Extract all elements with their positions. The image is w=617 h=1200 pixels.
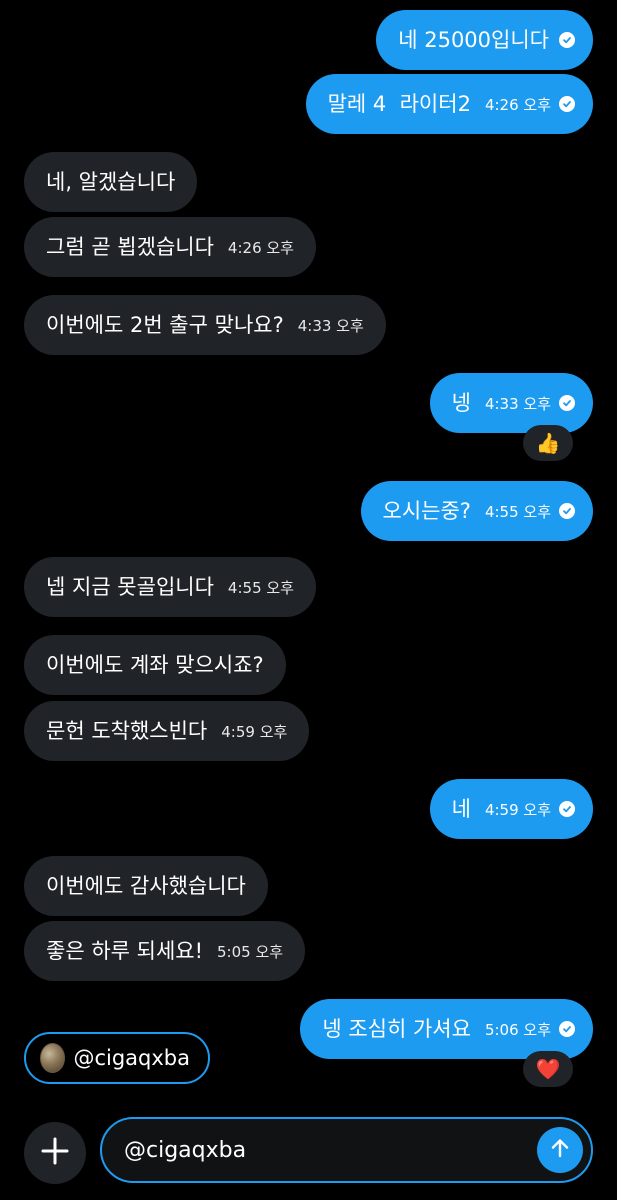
reaction-badge[interactable]: ❤️ bbox=[523, 1051, 573, 1087]
message-time: 4:59 오후 bbox=[221, 722, 288, 741]
avatar bbox=[40, 1043, 66, 1073]
message-bubble-received[interactable]: 좋은 하루 되세요! 5:05 오후 bbox=[24, 921, 306, 981]
message-text: 문헌 도착했스빈다 bbox=[46, 718, 208, 743]
message-bubble-sent[interactable]: 네 25000입니다 bbox=[376, 10, 593, 70]
message-text: 이번에도 감사했습니다 bbox=[46, 873, 246, 898]
message-bubble-received[interactable]: 이번에도 2번 출구 맞나요? 4:33 오후 bbox=[24, 295, 386, 355]
message-meta: 4:59 오후 bbox=[221, 721, 287, 742]
check-circle-icon bbox=[559, 32, 575, 48]
check-circle-icon bbox=[559, 1021, 575, 1037]
arrow-up-icon bbox=[548, 1136, 572, 1164]
message-time: 4:26 오후 bbox=[227, 238, 294, 257]
message-time: 4:33 오후 bbox=[484, 394, 551, 413]
check-circle-icon bbox=[559, 503, 575, 519]
mention-suggestion-chip[interactable]: @cigaqxba bbox=[24, 1032, 210, 1084]
message-text: 이번에도 2번 출구 맞나요? bbox=[46, 312, 284, 337]
reaction-badge[interactable]: 👍 bbox=[523, 425, 573, 461]
message-text: 좋은 하루 되세요! bbox=[46, 938, 204, 963]
message-time: 4:59 오후 bbox=[484, 800, 551, 819]
heart-icon: ❤️ bbox=[535, 1057, 561, 1081]
message-bubble-received[interactable]: 네, 알겠습니다 bbox=[24, 152, 198, 212]
check-circle-icon bbox=[559, 801, 575, 817]
message-meta: 4:55 오후 bbox=[485, 501, 575, 522]
message-meta: 4:33 오후 bbox=[485, 393, 575, 414]
message-time: 5:05 오후 bbox=[217, 942, 284, 961]
send-button[interactable] bbox=[537, 1127, 583, 1173]
message-text: 네, 알겠습니다 bbox=[46, 169, 176, 194]
add-button[interactable] bbox=[24, 1122, 86, 1184]
message-time: 4:26 오후 bbox=[484, 95, 551, 114]
message-text: 네 bbox=[451, 796, 471, 821]
message-meta: 4:59 오후 bbox=[485, 799, 575, 820]
message-bubble-sent[interactable]: 넹 4:33 오후 bbox=[429, 373, 593, 433]
message-bubble-received[interactable]: 그럼 곧 뵙겠습니다 4:26 오후 bbox=[24, 217, 316, 277]
message-meta: 4:26 오후 bbox=[228, 237, 294, 258]
message-text: 넵 지금 못골입니다 bbox=[46, 574, 214, 599]
check-circle-icon bbox=[559, 96, 575, 112]
message-bubble-sent[interactable]: 넹 조심히 가셔요 5:06 오후 bbox=[300, 999, 593, 1059]
plus-icon bbox=[40, 1136, 70, 1170]
message-text: 말레 4 라이터2 bbox=[327, 91, 471, 116]
check-circle-icon bbox=[559, 395, 575, 411]
message-composer[interactable]: @cigaqxba bbox=[100, 1117, 593, 1183]
message-bubble-received[interactable]: 문헌 도착했스빈다 4:59 오후 bbox=[24, 701, 310, 761]
message-bubble-sent[interactable]: 오시는중? 4:55 오후 bbox=[360, 481, 593, 541]
message-text: 네 25000입니다 bbox=[398, 27, 549, 52]
message-text: 그럼 곧 뵙겠습니다 bbox=[46, 234, 214, 259]
message-meta bbox=[559, 32, 575, 48]
message-text: 넹 bbox=[451, 390, 471, 415]
message-meta: 4:55 오후 bbox=[228, 577, 294, 598]
message-bubble-sent[interactable]: 네 4:59 오후 bbox=[429, 779, 593, 839]
message-input[interactable]: @cigaqxba bbox=[124, 1138, 537, 1163]
thumbs-up-icon: 👍 bbox=[535, 431, 561, 455]
message-time: 5:06 오후 bbox=[484, 1020, 551, 1039]
message-text: 넹 조심히 가셔요 bbox=[322, 1016, 471, 1041]
message-time: 4:33 오후 bbox=[297, 316, 364, 335]
message-time: 4:55 오후 bbox=[484, 502, 551, 521]
message-meta: 5:05 오후 bbox=[217, 941, 283, 962]
message-time: 4:55 오후 bbox=[227, 578, 294, 597]
message-meta: 4:26 오후 bbox=[485, 94, 575, 115]
message-bubble-sent[interactable]: 말레 4 라이터2 4:26 오후 bbox=[305, 74, 593, 134]
message-meta: 4:33 오후 bbox=[298, 315, 364, 336]
mention-username: @cigaqxba bbox=[73, 1046, 190, 1070]
message-bubble-received[interactable]: 넵 지금 못골입니다 4:55 오후 bbox=[24, 557, 316, 617]
message-bubble-received[interactable]: 이번에도 감사했습니다 bbox=[24, 856, 268, 916]
message-meta: 5:06 오후 bbox=[485, 1019, 575, 1040]
message-text: 이번에도 계좌 맞으시죠? bbox=[46, 652, 264, 677]
message-bubble-received[interactable]: 이번에도 계좌 맞으시죠? bbox=[24, 635, 286, 695]
message-text: 오시는중? bbox=[382, 498, 471, 523]
